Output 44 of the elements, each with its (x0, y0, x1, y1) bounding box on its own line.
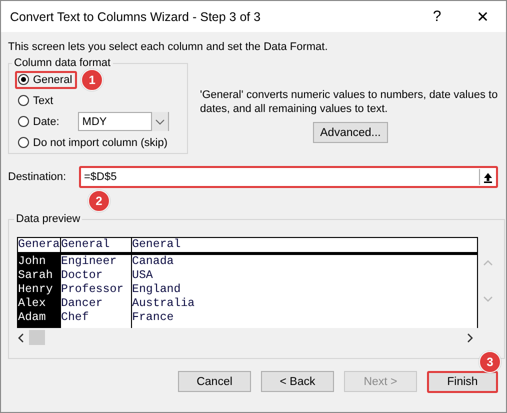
table-cell-text: Henry (18, 283, 54, 297)
radio-option[interactable]: Text (15, 92, 58, 110)
callout-badge: 2 (88, 190, 110, 212)
window-title: Convert Text to Columns Wizard - Step 3 of 3 (10, 10, 262, 24)
column-header[interactable]: General (61, 238, 131, 255)
group-title: Column data format (13, 57, 112, 69)
wizard-button[interactable]: < Back (261, 371, 334, 392)
table-cell-text: France (132, 311, 175, 325)
table-cell-text: Canada (132, 255, 175, 269)
radio-option[interactable]: General (15, 70, 78, 88)
advanced-button[interactable]: Advanced... (313, 122, 388, 143)
destination-label: Destination: (8, 171, 68, 183)
radio-option[interactable]: Date: (15, 112, 64, 130)
table-cell-text: USA (132, 269, 154, 283)
caret-icon (151, 112, 168, 131)
column-header[interactable]: Genera (18, 238, 60, 255)
wizard-button[interactable]: Cancel (178, 371, 251, 392)
table-cell-text: John (18, 255, 47, 269)
table-cell-text: England (132, 283, 182, 297)
upload-icon (483, 172, 493, 182)
callout-badge: 1 (81, 68, 104, 90)
date-dropdown[interactable]: MDY (78, 112, 170, 131)
intro-text: This screen lets you select each column and set the Data Format. (8, 41, 329, 53)
description-text: 'General' converts numeric values to numbers, date values to dates, and all remaining values to text. (200, 88, 499, 116)
table-cell-text: Adam (18, 311, 47, 325)
scroll-right-icon[interactable] (466, 332, 474, 342)
table-cell-text: Australia (132, 297, 196, 311)
scroll-left-icon[interactable] (17, 332, 25, 342)
help-button[interactable]: ? (414, 1, 460, 32)
table-cell-text: Engineer (61, 255, 118, 269)
wizard-button[interactable]: Finish (427, 371, 498, 393)
table-cell-text: Sarah (18, 269, 54, 283)
table-cell-text: Doctor (61, 269, 104, 283)
group-title: Data preview (15, 213, 82, 225)
callout-badge: 3 (479, 351, 501, 373)
destination-field[interactable]: =$D$5 (79, 166, 498, 188)
close-button[interactable]: ✕ (460, 1, 506, 32)
scrollbar-thumb[interactable] (29, 330, 45, 345)
table-cell-text: Chef (61, 311, 90, 325)
table-cell-text: Professor (61, 283, 125, 297)
column-header[interactable]: General (132, 238, 477, 255)
table-cell-text: Alex (18, 297, 47, 311)
radio-option[interactable]: Do not import column (skip) (15, 134, 172, 152)
table-cell-text: Dancer (61, 297, 104, 311)
